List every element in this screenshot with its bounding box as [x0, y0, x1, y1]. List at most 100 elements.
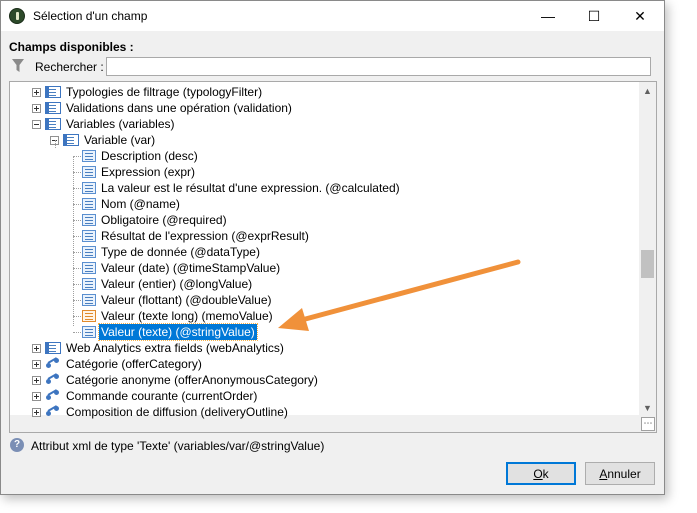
- tree-item[interactable]: Catégorie anonyme (offerAnonymousCategor…: [32, 372, 320, 388]
- ok-button-mnemonic: O: [533, 466, 543, 481]
- tree-item-label: Valeur (flottant) (@doubleValue): [101, 293, 272, 307]
- field-icon: [82, 294, 96, 306]
- tree-item-label: Web Analytics extra fields (webAnalytics…: [66, 341, 284, 355]
- search-label: Rechercher :: [35, 60, 104, 74]
- collapse-icon[interactable]: [32, 119, 41, 129]
- cancel-button[interactable]: Annuler: [585, 462, 655, 485]
- tree-guide-line: [73, 252, 81, 254]
- scroll-down-arrow-icon[interactable]: ▼: [639, 399, 656, 416]
- tree-item[interactable]: Type de donnée (@dataType): [82, 244, 262, 260]
- status-text: Attribut xml de type 'Texte' (variables/…: [31, 439, 325, 453]
- scroll-up-arrow-icon[interactable]: ▲: [639, 82, 656, 99]
- maximize-button[interactable]: ☐: [571, 1, 617, 31]
- tree-item[interactable]: Valeur (texte long) (memoValue): [82, 308, 275, 324]
- node-icon: [45, 86, 61, 98]
- tree-guide-line: [73, 284, 81, 286]
- tree-guide-line: [73, 236, 81, 238]
- tree-item-label: Valeur (entier) (@longValue): [101, 277, 253, 291]
- tree-guide-line: [55, 140, 57, 148]
- field-icon: [82, 198, 96, 210]
- tree-guide-line: [73, 188, 81, 190]
- vertical-scrollbar[interactable]: ▲ ▼: [639, 82, 656, 416]
- tree-item-label: Validations dans une opération (validati…: [66, 101, 292, 115]
- link-icon: [45, 390, 61, 402]
- tree-guide-line: [73, 300, 81, 302]
- field-icon: [82, 262, 96, 274]
- close-button[interactable]: ✕: [617, 1, 663, 31]
- title-bar: Sélection d'un champ — ☐ ✕: [1, 1, 664, 31]
- expand-icon[interactable]: [32, 343, 41, 353]
- expand-icon[interactable]: [32, 103, 41, 113]
- node-icon: [63, 134, 79, 146]
- tree-item[interactable]: Expression (expr): [82, 164, 197, 180]
- field-icon: [82, 214, 96, 226]
- tree-item-label: Variables (variables): [66, 117, 175, 131]
- window-title: Sélection d'un champ: [33, 9, 148, 23]
- search-input[interactable]: [106, 57, 651, 76]
- tree-item[interactable]: Obligatoire (@required): [82, 212, 229, 228]
- expand-icon[interactable]: [32, 87, 41, 97]
- tree-item-label: Catégorie (offerCategory): [66, 357, 202, 371]
- fields-tree[interactable]: ▲ ▼ ⋯ Typologies de filtrage (typologyFi…: [9, 81, 657, 433]
- tree-item[interactable]: Valeur (flottant) (@doubleValue): [82, 292, 274, 308]
- resize-grip-icon[interactable]: ⋯: [641, 417, 655, 431]
- tree-item[interactable]: Validations dans une opération (validati…: [32, 100, 294, 116]
- app-logo-icon: [9, 8, 25, 24]
- tree-item-label: Expression (expr): [101, 165, 196, 179]
- link-icon: [45, 406, 61, 418]
- tree-item-label: Typologies de filtrage (typologyFilter): [66, 85, 263, 99]
- tree-item[interactable]: Description (desc): [82, 148, 200, 164]
- tree-guide-line: [73, 156, 81, 158]
- tree-guide-line: [73, 268, 81, 270]
- tree-item[interactable]: Valeur (texte) (@stringValue): [82, 323, 258, 341]
- memo-field-icon: [82, 310, 96, 322]
- available-fields-label: Champs disponibles :: [9, 40, 134, 54]
- tree-item[interactable]: Résultat de l'expression (@exprResult): [82, 228, 311, 244]
- node-icon: [45, 102, 61, 114]
- tree-item[interactable]: Nom (@name): [82, 196, 182, 212]
- tree-item-label: Valeur (texte long) (memoValue): [101, 309, 273, 323]
- scrollbar-thumb[interactable]: [641, 250, 654, 278]
- filter-icon: [12, 59, 24, 72]
- help-icon: ?: [10, 438, 24, 452]
- ok-button[interactable]: Ok: [506, 462, 576, 485]
- field-icon: [82, 166, 96, 178]
- tree-guide-line: [73, 172, 81, 174]
- dialog-window: Sélection d'un champ — ☐ ✕ Champs dispon…: [0, 0, 665, 495]
- tree-item[interactable]: Variable (var): [50, 132, 157, 148]
- expand-icon[interactable]: [32, 407, 41, 417]
- tree-item-label: Valeur (date) (@timeStampValue): [101, 261, 281, 275]
- minimize-button[interactable]: —: [525, 1, 571, 31]
- link-icon: [45, 358, 61, 370]
- tree-item-label: Variable (var): [84, 133, 156, 147]
- tree-item-label: Résultat de l'expression (@exprResult): [101, 229, 309, 243]
- tree-item[interactable]: Web Analytics extra fields (webAnalytics…: [32, 340, 286, 356]
- node-icon: [45, 118, 61, 130]
- tree-item[interactable]: La valeur est le résultat d'une expressi…: [82, 180, 402, 196]
- tree-item[interactable]: Variables (variables): [32, 116, 177, 132]
- tree-item-label: Nom (@name): [101, 197, 180, 211]
- cancel-button-label: nnuler: [607, 466, 641, 481]
- tree-item-label: Valeur (texte) (@stringValue): [98, 323, 258, 341]
- tree-guide-line: [73, 316, 81, 318]
- field-icon: [82, 246, 96, 258]
- tree-item-label: Composition de diffusion (deliveryOutlin…: [66, 405, 288, 419]
- tree-item-label: Type de donnée (@dataType): [101, 245, 260, 259]
- tree-item[interactable]: Composition de diffusion (deliveryOutlin…: [32, 404, 290, 420]
- expand-icon[interactable]: [32, 375, 41, 385]
- tree-item-label: Catégorie anonyme (offerAnonymousCategor…: [66, 373, 318, 387]
- tree-item[interactable]: Valeur (entier) (@longValue): [82, 276, 254, 292]
- ok-button-label: k: [542, 466, 549, 481]
- tree-item[interactable]: Catégorie (offerCategory): [32, 356, 204, 372]
- expand-icon[interactable]: [32, 359, 41, 369]
- tree-item-label: La valeur est le résultat d'une expressi…: [101, 181, 400, 195]
- tree-item[interactable]: Valeur (date) (@timeStampValue): [82, 260, 282, 276]
- tree-item[interactable]: Typologies de filtrage (typologyFilter): [32, 84, 264, 100]
- link-icon: [45, 374, 61, 386]
- expand-icon[interactable]: [32, 391, 41, 401]
- node-icon: [45, 342, 61, 354]
- tree-item[interactable]: Commande courante (currentOrder): [32, 388, 259, 404]
- tree-item-label: Description (desc): [101, 149, 198, 163]
- cancel-button-mnemonic: A: [599, 466, 608, 481]
- tree-guide-line: [73, 332, 81, 334]
